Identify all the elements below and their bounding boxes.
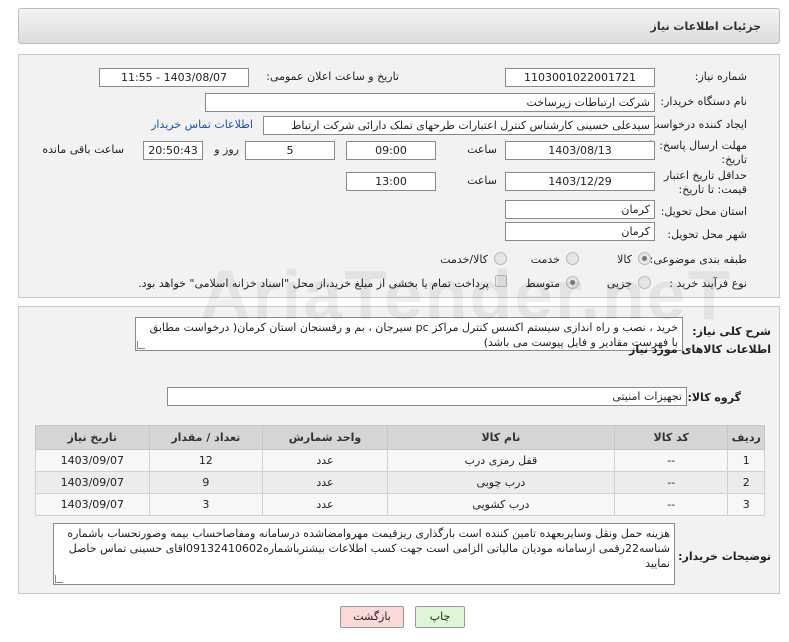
category-service-label: خدمت [530, 253, 560, 266]
cell-row: 3 [727, 493, 765, 516]
page-title: جزئیات اطلاعات نیاز [650, 20, 762, 33]
cell-code: -- [613, 471, 729, 494]
page-header: جزئیات اطلاعات نیاز [18, 8, 780, 44]
requester-field[interactable]: سیدعلی حسینی کارشناس کنترل اعتبارات طرحه… [263, 116, 655, 135]
goods-table-header: ردیف کد کالا نام کالا واحد شمارش تعداد /… [35, 425, 765, 450]
purchase-type-label: نوع فرآیند خرید : [669, 277, 747, 290]
col-date: تاریخ نیاز [35, 425, 150, 450]
print-button[interactable]: چاپ [415, 606, 465, 628]
category-label: طبقه بندی موضوعی: [649, 253, 747, 266]
price-validity-date-field[interactable]: 1403/12/29 [505, 172, 655, 191]
treasury-payment-checkbox[interactable] [495, 275, 507, 287]
cell-date: 1403/09/07 [35, 471, 150, 494]
province-label: استان محل تحویل: [660, 205, 747, 218]
cell-unit: عدد [262, 471, 388, 494]
goods-section-title: اطلاعات کالاهای مورد نیاز [629, 343, 771, 356]
cell-name: درب کشویی [386, 493, 615, 516]
cell-unit: عدد [262, 449, 388, 472]
buyer-notes-label: توضیحات خریدار: [678, 550, 771, 563]
col-name: نام کالا [386, 425, 615, 450]
announce-datetime-label: تاریخ و ساعت اعلان عمومی: [266, 70, 399, 83]
city-field[interactable]: کرمان [505, 222, 655, 241]
cell-date: 1403/09/07 [35, 493, 150, 516]
buyer-org-field[interactable]: شرکت ارتباطات زیرساخت [205, 93, 655, 112]
requester-label: ایجاد کننده درخواست: [645, 118, 747, 131]
purchase-medium-radio[interactable] [566, 276, 579, 289]
cell-unit: عدد [262, 493, 388, 516]
buyer-contact-link[interactable]: اطلاعات تماس خریدار [151, 118, 253, 131]
cell-row: 1 [727, 449, 765, 472]
table-row[interactable]: 1 -- قفل رمزی درب عدد 12 1403/09/07 [35, 449, 765, 472]
buyer-org-label: نام دستگاه خریدار: [660, 95, 747, 108]
col-qty: تعداد / مقدار [148, 425, 264, 450]
province-field[interactable]: کرمان [505, 200, 655, 219]
goods-group-label: گروه کالا: [687, 391, 741, 404]
reply-days-field[interactable]: 5 [245, 141, 335, 160]
goods-group-field[interactable]: تجهیزات امنیتی [167, 387, 687, 406]
price-validity-time-label: ساعت [467, 174, 497, 187]
goods-table: ردیف کد کالا نام کالا واحد شمارش تعداد /… [35, 425, 765, 516]
purchase-minor-label: جزیی [606, 277, 632, 290]
price-validity-time-field[interactable]: 13:00 [346, 172, 436, 191]
goods-panel: شرح کلی نیاز: خرید ، نصب و راه اندازی سی… [18, 306, 780, 594]
announce-datetime-field[interactable]: 1403/08/07 - 11:55 [99, 68, 249, 87]
need-info-panel: شماره نیاز: 1103001022001721 تاریخ و ساع… [18, 54, 780, 298]
days-label: روز و [214, 143, 239, 156]
treasury-payment-note: پرداخت تمام یا بخشی از مبلغ خرید،از محل … [138, 277, 489, 290]
purchase-medium-label: متوسط [525, 277, 560, 290]
cell-qty: 3 [148, 493, 264, 516]
category-goods-label: کالا [617, 253, 632, 266]
col-code: کد کالا [613, 425, 729, 450]
city-label: شهر محل تحویل: [667, 228, 747, 241]
table-row[interactable]: 2 -- درب چوبی عدد 9 1403/09/07 [35, 471, 765, 494]
description-textarea[interactable]: خرید ، نصب و راه اندازی سیستم اکسس کنترل… [135, 317, 683, 351]
cell-name: درب چوبی [386, 471, 615, 494]
col-row: ردیف [727, 425, 765, 450]
category-both-radio[interactable] [494, 252, 507, 265]
back-button[interactable]: بازگشت [340, 606, 404, 628]
cell-code: -- [613, 449, 729, 472]
category-goods-radio[interactable] [638, 252, 651, 265]
reply-date-field[interactable]: 1403/08/13 [505, 141, 655, 160]
description-text: خرید ، نصب و راه اندازی سیستم اکسس کنترل… [149, 321, 678, 349]
buyer-notes-text: هزینه حمل ونقل وسایربعهده تامین کننده اس… [67, 527, 670, 570]
cell-code: -- [613, 493, 729, 516]
reply-time-field[interactable]: 09:00 [346, 141, 436, 160]
col-unit: واحد شمارش [262, 425, 388, 450]
buyer-notes-textarea[interactable]: هزینه حمل ونقل وسایربعهده تامین کننده اس… [53, 523, 675, 585]
purchase-minor-radio[interactable] [638, 276, 651, 289]
cell-row: 2 [727, 471, 765, 494]
cell-date: 1403/09/07 [35, 449, 150, 472]
table-row[interactable]: 3 -- درب کشویی عدد 3 1403/09/07 [35, 493, 765, 516]
remaining-time-field[interactable]: 20:50:43 [143, 141, 203, 160]
cell-qty: 9 [148, 471, 264, 494]
cell-qty: 12 [148, 449, 264, 472]
reply-time-label: ساعت [467, 143, 497, 156]
description-label: شرح کلی نیاز: [692, 325, 771, 338]
need-number-label: شماره نیاز: [694, 70, 747, 83]
resize-handle-icon[interactable] [137, 341, 145, 349]
resize-handle-icon[interactable] [55, 575, 63, 583]
remaining-label: ساعت باقی مانده [42, 143, 124, 156]
category-both-label: کالا/خدمت [440, 253, 488, 266]
cell-name: قفل رمزی درب [386, 449, 615, 472]
need-number-field[interactable]: 1103001022001721 [505, 68, 655, 87]
category-service-radio[interactable] [566, 252, 579, 265]
